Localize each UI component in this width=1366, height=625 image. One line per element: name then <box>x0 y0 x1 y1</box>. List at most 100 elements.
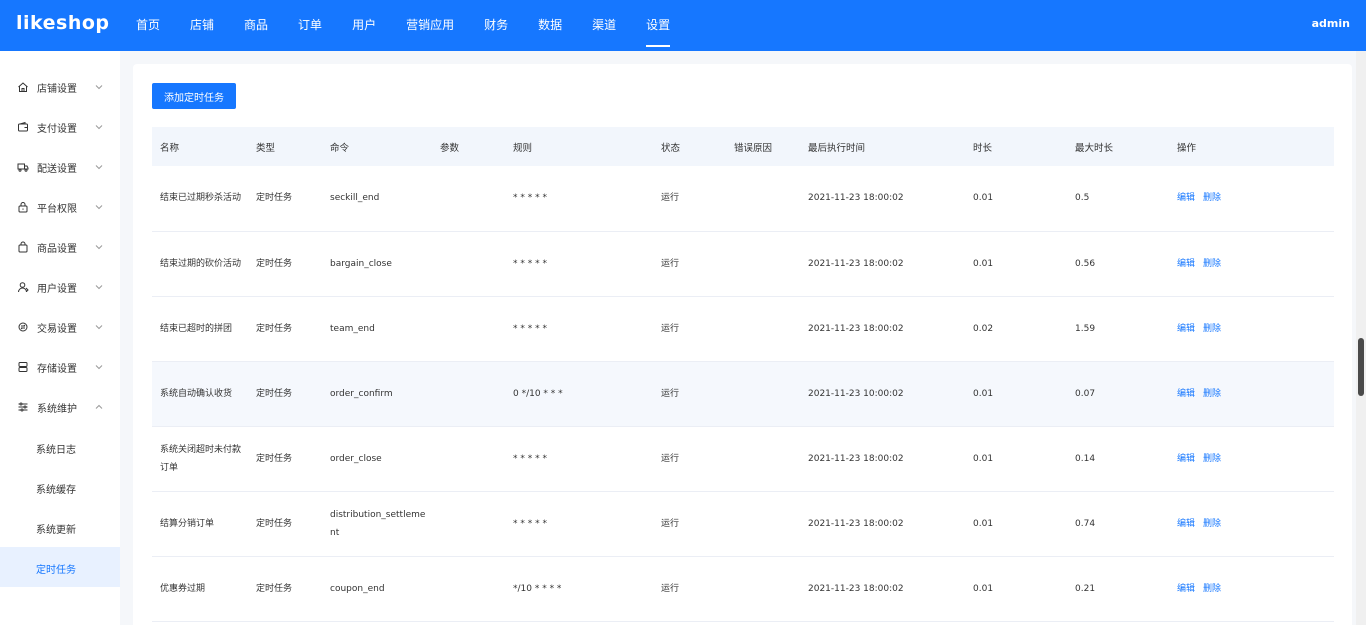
cell-params <box>432 231 505 296</box>
chevron-up-icon <box>95 404 103 409</box>
nav-item-1[interactable]: 店铺 <box>190 0 214 51</box>
cell-error <box>726 296 800 361</box>
nav-item-8[interactable]: 渠道 <box>592 0 616 51</box>
edit-link[interactable]: 编辑 <box>1177 454 1195 464</box>
sidebar-group-8[interactable]: 系统维护 <box>0 387 120 427</box>
nav-item-9[interactable]: 设置 <box>646 0 671 51</box>
cell-type: 定时任务 <box>256 583 293 594</box>
sidebar-group-6[interactable]: 交易设置 <box>0 307 120 347</box>
sidebar-subitem-1[interactable]: 系统缓存 <box>0 467 120 507</box>
sidebar-subitem-label: 系统缓存 <box>36 485 76 496</box>
cell-rule: 0 */10 * * * <box>513 388 563 399</box>
sidebar-subitem-0[interactable]: 系统日志 <box>0 427 120 467</box>
cell-error <box>726 231 800 296</box>
sidebar-group-5[interactable]: 用户设置 <box>0 267 120 307</box>
cell-max-duration: 0.56 <box>1075 258 1096 269</box>
page-scrollbar[interactable] <box>1356 51 1366 625</box>
sidebar-subitem-3[interactable]: 定时任务 <box>0 547 120 587</box>
nav-item-5[interactable]: 营销应用 <box>406 0 454 51</box>
table-row[interactable]: 结算分销订单 定时任务 distribution_settlement * * * *… <box>152 491 1334 556</box>
content-card: 添加定时任务 名称 类型 命令 参数 规则 状态 错误原因 最后执行时间 时长 最大时长 操作 结束… <box>133 64 1352 625</box>
add-scheduled-task-button[interactable]: 添加定时任务 <box>152 83 236 109</box>
delete-link[interactable]: 删除 <box>1203 259 1221 269</box>
cell-params <box>432 426 505 491</box>
table-row[interactable]: 系统关闭超时未付款订单 定时任务 order_close * * * * * 运行 202… <box>152 426 1334 491</box>
cell-type: 定时任务 <box>256 518 293 529</box>
cell-command: distribution_settlement <box>330 509 426 538</box>
sidebar-group-0[interactable]: 店铺设置 <box>0 67 120 107</box>
user-menu[interactable]: admin <box>1312 17 1350 30</box>
column-header: 参数 <box>440 142 460 154</box>
cell-command: order_confirm <box>330 388 393 399</box>
brand-logo[interactable]: likeshop <box>16 12 110 34</box>
column-header: 时长 <box>973 142 993 154</box>
cell-name: 结束已过期秒杀活动 <box>160 193 242 204</box>
column-header: 规则 <box>513 142 533 154</box>
top-navigation-bar: likeshop 首页 店铺 商品 订单 用户 营销应用 财务 数据 渠道 设置 admin <box>0 0 1366 51</box>
cell-type: 定时任务 <box>256 388 293 399</box>
sidebar-group-label: 交易设置 <box>37 323 77 335</box>
edit-link[interactable]: 编辑 <box>1177 259 1195 269</box>
delete-link[interactable]: 删除 <box>1203 193 1221 203</box>
cell-last-run: 2021-11-23 18:00:02 <box>808 323 904 334</box>
column-header: 最后执行时间 <box>808 142 866 154</box>
cell-type: 定时任务 <box>256 193 293 204</box>
chevron-down-icon <box>95 365 103 370</box>
cell-max-duration: 0.21 <box>1075 583 1096 594</box>
cell-rule: * * * * * <box>513 323 547 334</box>
edit-link[interactable]: 编辑 <box>1177 389 1195 399</box>
nav-item-4[interactable]: 用户 <box>352 0 376 51</box>
cell-command: team_end <box>330 323 375 334</box>
task-table: 名称 类型 命令 参数 规则 状态 错误原因 最后执行时间 时长 最大时长 操作 结束已过期秒杀活动… <box>152 127 1334 622</box>
cell-actions: 编辑 删除 <box>1169 231 1334 296</box>
sidebar-group-2[interactable]: 配送设置 <box>0 147 120 187</box>
nav-item-2[interactable]: 商品 <box>244 0 268 51</box>
chevron-down-icon <box>95 165 103 170</box>
delete-link[interactable]: 删除 <box>1203 324 1221 334</box>
delete-link[interactable]: 删除 <box>1203 454 1221 464</box>
table-row[interactable]: 结束已超时的拼团 定时任务 team_end * * * * * 运行 2021-11-2… <box>152 296 1334 361</box>
cell-rule: * * * * * <box>513 193 547 204</box>
cell-status: 运行 <box>661 388 680 399</box>
exchange-icon <box>18 322 28 332</box>
table-row[interactable]: 优惠券过期 定时任务 coupon_end */10 * * * * 运行 2021-11… <box>152 556 1334 621</box>
cell-status: 运行 <box>661 258 680 269</box>
cell-params <box>432 296 505 361</box>
edit-link[interactable]: 编辑 <box>1177 584 1195 594</box>
column-header: 类型 <box>256 142 276 154</box>
table-row[interactable]: 结束已过期秒杀活动 定时任务 seckill_end * * * * * 运行 2021-… <box>152 166 1334 231</box>
sidebar-subitem-2[interactable]: 系统更新 <box>0 507 120 547</box>
cell-error <box>726 491 800 556</box>
cell-status: 运行 <box>661 193 680 204</box>
cell-max-duration: 0.14 <box>1075 453 1096 464</box>
sidebar-group-1[interactable]: 支付设置 <box>0 107 120 147</box>
cell-error <box>726 426 800 491</box>
sidebar-group-label: 系统维护 <box>37 403 77 415</box>
nav-item-3[interactable]: 订单 <box>298 0 322 51</box>
sidebar-group-label: 支付设置 <box>37 123 77 135</box>
sidebar-group-7[interactable]: 存储设置 <box>0 347 120 387</box>
delete-link[interactable]: 删除 <box>1203 389 1221 399</box>
scrollbar-thumb[interactable] <box>1358 338 1364 396</box>
table-row[interactable]: 系统自动确认收货 定时任务 order_confirm 0 */10 * * * 运行 2… <box>152 361 1334 426</box>
cell-status: 运行 <box>661 583 680 594</box>
nav-item-6[interactable]: 财务 <box>484 0 508 51</box>
delete-link[interactable]: 删除 <box>1203 519 1221 529</box>
nav-item-7[interactable]: 数据 <box>538 0 562 51</box>
cell-params <box>432 556 505 621</box>
sidebar-group-3[interactable]: 平台权限 <box>0 187 120 227</box>
cell-rule: * * * * * <box>513 453 547 464</box>
column-header: 状态 <box>661 142 681 154</box>
edit-link[interactable]: 编辑 <box>1177 519 1195 529</box>
table-row[interactable]: 结束过期的砍价活动 定时任务 bargain_close * * * * * 运行 202… <box>152 231 1334 296</box>
delete-link[interactable]: 删除 <box>1203 584 1221 594</box>
edit-link[interactable]: 编辑 <box>1177 193 1195 203</box>
wallet-icon <box>18 121 28 132</box>
sidebar-group-4[interactable]: 商品设置 <box>0 227 120 267</box>
sidebar-subitem-label: 系统更新 <box>36 525 76 536</box>
cell-last-run: 2021-11-23 18:00:02 <box>808 193 904 204</box>
cell-name: 优惠券过期 <box>160 583 206 594</box>
nav-item-0[interactable]: 首页 <box>136 0 160 51</box>
edit-link[interactable]: 编辑 <box>1177 324 1195 334</box>
sidebar-group-label: 商品设置 <box>37 243 77 255</box>
